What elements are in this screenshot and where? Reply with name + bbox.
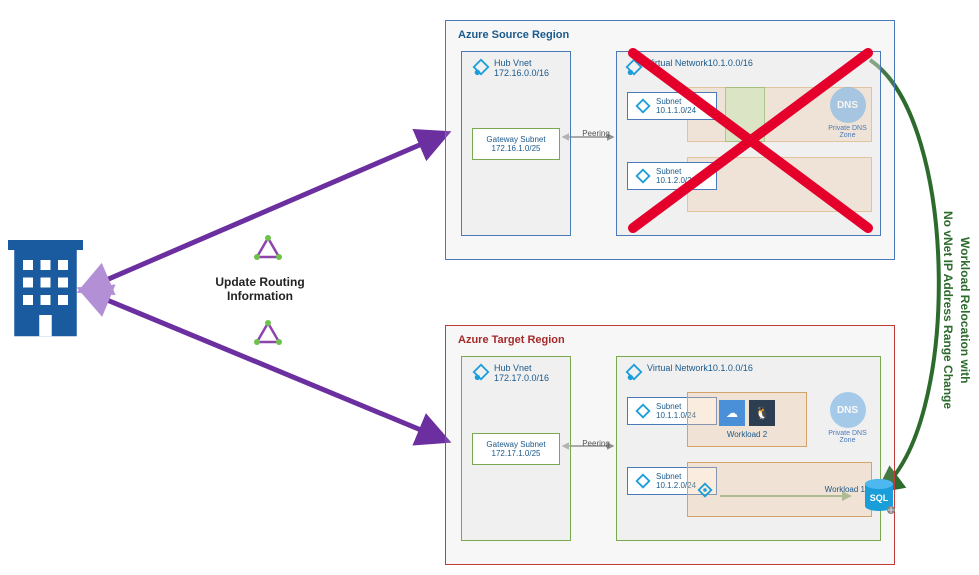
svg-text:SQL: SQL	[870, 493, 889, 503]
sql-database-icon: SQL	[862, 478, 896, 516]
vnet-icon	[472, 58, 490, 76]
target-hub-title: Hub Vnet172.17.0.0/16	[472, 363, 560, 383]
vm-linux-icon: 🐧	[749, 400, 775, 426]
dns-icon: DNS	[830, 392, 866, 428]
source-peering-label: Peering	[576, 129, 616, 138]
onprem-building-icon	[8, 240, 83, 340]
source-hub-vnet: Hub Vnet172.16.0.0/16 Gateway Subnet 172…	[461, 51, 571, 236]
target-virtual-network: Virtual Network10.1.0.0/16 Subnet10.1.1.…	[616, 356, 881, 541]
target-workload-1: Workload 1	[687, 462, 872, 517]
source-crossed-out-icon	[618, 38, 886, 248]
vm-cloud-icon: ☁	[719, 400, 745, 426]
subnet-icon	[634, 472, 652, 490]
target-workload-2: ☁ 🐧 Workload 2	[687, 392, 807, 447]
target-region-title: Azure Target Region	[458, 334, 882, 346]
target-gateway-subnet: Gateway Subnet 172.17.1.0/25	[472, 433, 560, 465]
source-gateway-subnet: Gateway Subnet 172.16.1.0/25	[472, 128, 560, 160]
source-hub-title: Hub Vnet172.16.0.0/16	[472, 58, 560, 78]
vnet-icon	[472, 363, 490, 381]
target-vnet-title: Virtual Network10.1.0.0/16	[625, 363, 872, 381]
route-resolver-icon-upper	[255, 235, 281, 261]
target-hub-vnet: Hub Vnet172.17.0.0/16 Gateway Subnet 172…	[461, 356, 571, 541]
target-peering-label: Peering	[576, 439, 616, 448]
route-resolver-icon-lower	[255, 320, 281, 346]
azure-target-region: Azure Target Region Hub Vnet172.17.0.0/1…	[445, 325, 895, 565]
relocation-side-label: Workload Relocation with No vNet IP Addr…	[939, 150, 973, 470]
routing-info-label: Update Routing Information	[190, 275, 330, 303]
subnet-icon	[634, 402, 652, 420]
vnet-icon	[625, 363, 643, 381]
target-private-dns: DNS Private DNS Zone	[820, 392, 875, 444]
private-endpoint-icon	[696, 481, 714, 499]
